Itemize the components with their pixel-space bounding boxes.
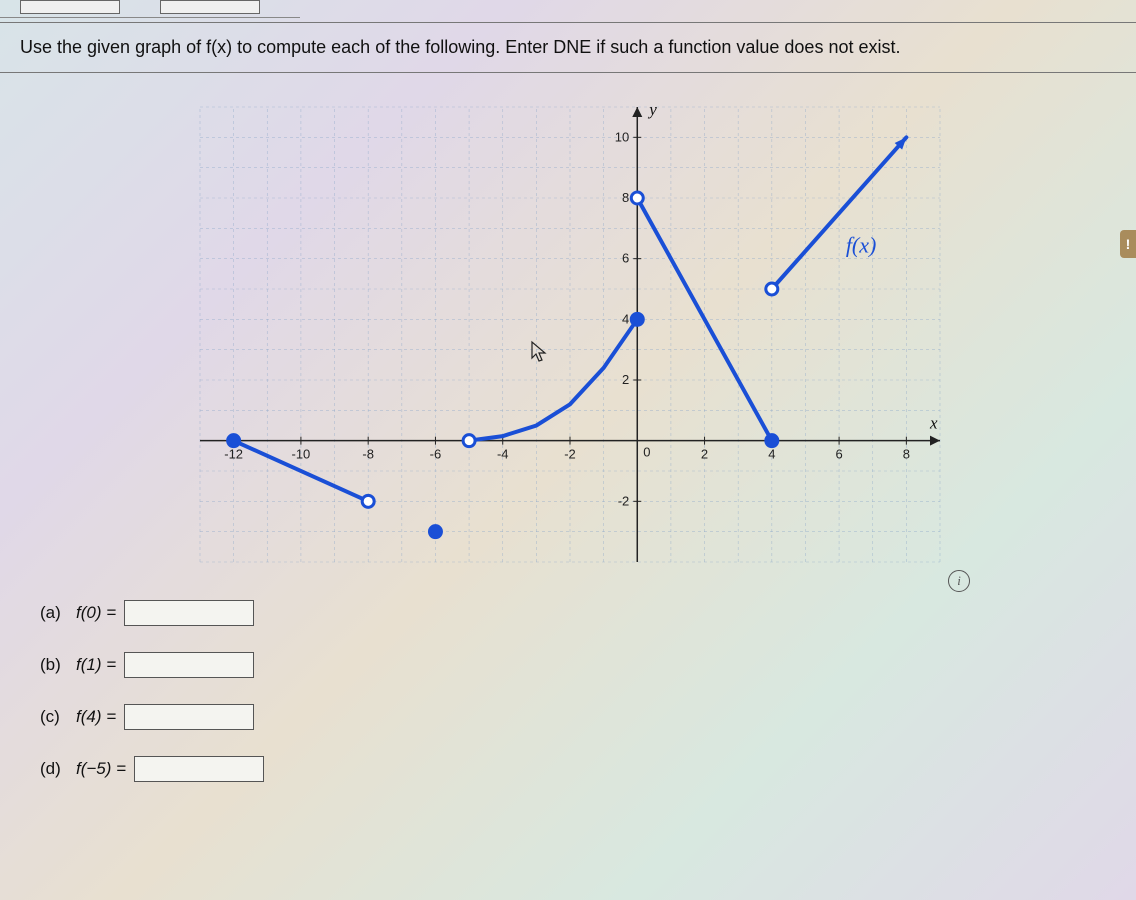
info-icon[interactable]: i — [948, 570, 970, 592]
side-tab-button[interactable]: ! — [1120, 230, 1136, 258]
toolbar-fragment — [0, 0, 300, 18]
answer-input-c[interactable] — [124, 704, 254, 730]
answer-section: (a) f(0) = (b) f(1) = (c) f(4) = (d) f(−… — [40, 600, 264, 808]
answer-label: (b) — [40, 655, 76, 675]
answer-function: f(0) = — [76, 603, 116, 623]
answer-row-d: (d) f(−5) = — [40, 756, 264, 782]
svg-text:2: 2 — [701, 447, 708, 462]
svg-text:-2: -2 — [618, 493, 630, 508]
svg-text:2: 2 — [622, 372, 629, 387]
svg-text:-10: -10 — [292, 447, 311, 462]
svg-text:6: 6 — [835, 447, 842, 462]
svg-text:x: x — [929, 414, 938, 433]
svg-text:4: 4 — [768, 447, 775, 462]
answer-input-a[interactable] — [124, 600, 254, 626]
answer-label: (a) — [40, 603, 76, 623]
answer-label: (c) — [40, 707, 76, 727]
svg-text:-2: -2 — [564, 447, 576, 462]
svg-text:4: 4 — [622, 311, 629, 326]
svg-text:-4: -4 — [497, 447, 509, 462]
answer-row-b: (b) f(1) = — [40, 652, 264, 678]
graph-plot: -12-10-8-6-4-202468-2246810yxf(x) i — [180, 92, 960, 582]
svg-text:6: 6 — [622, 251, 629, 266]
question-text: Use the given graph of f(x) to compute e… — [0, 22, 1136, 73]
svg-text:-8: -8 — [362, 447, 374, 462]
svg-text:y: y — [647, 100, 657, 119]
answer-function: f(−5) = — [76, 759, 126, 779]
toolbar-box — [160, 0, 260, 14]
svg-text:f(x): f(x) — [846, 233, 877, 258]
svg-text:-12: -12 — [224, 447, 243, 462]
answer-input-d[interactable] — [134, 756, 264, 782]
svg-text:8: 8 — [622, 190, 629, 205]
svg-text:0: 0 — [643, 445, 650, 460]
svg-text:10: 10 — [615, 129, 629, 144]
answer-function: f(4) = — [76, 707, 116, 727]
answer-function: f(1) = — [76, 655, 116, 675]
toolbar-box — [20, 0, 120, 14]
answer-label: (d) — [40, 759, 76, 779]
svg-text:-6: -6 — [430, 447, 442, 462]
answer-row-c: (c) f(4) = — [40, 704, 264, 730]
svg-text:8: 8 — [903, 447, 910, 462]
answer-row-a: (a) f(0) = — [40, 600, 264, 626]
answer-input-b[interactable] — [124, 652, 254, 678]
